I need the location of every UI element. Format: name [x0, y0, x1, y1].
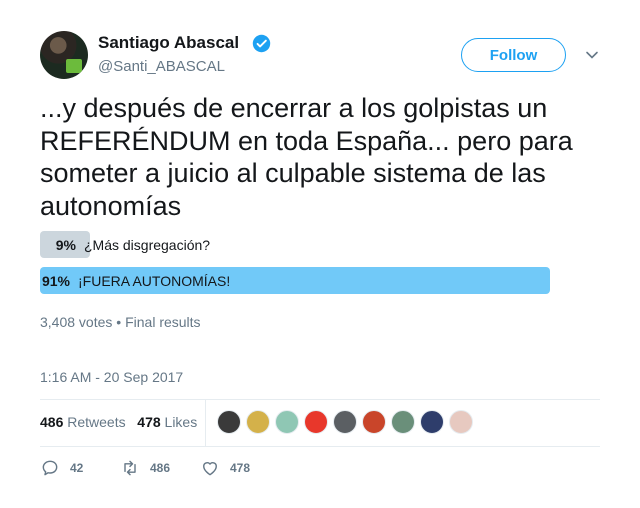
retweet-button[interactable]: 486	[120, 458, 170, 478]
poll-percent-1: 9%	[55, 236, 76, 253]
poll-separator: •	[116, 314, 126, 330]
liker-avatars	[217, 410, 478, 434]
like-button[interactable]: 478	[200, 458, 250, 478]
tweet-text: ...y después de encerrar a los golpistas…	[40, 93, 573, 221]
liker-avatar[interactable]	[217, 410, 241, 434]
liker-avatar[interactable]	[362, 410, 386, 434]
reply-button[interactable]: 42	[40, 458, 83, 478]
poll-label-1: ¿Más disgregación?	[84, 236, 211, 253]
reply-count: 42	[70, 461, 84, 475]
tweet-stats: 486 Retweets 478 Likes	[40, 414, 197, 430]
liker-avatar[interactable]	[420, 410, 444, 434]
poll-label-2: ¡FUERA AUTONOMÍAS!	[78, 272, 231, 289]
retweets-count: 486	[40, 414, 64, 430]
chevron-down-icon[interactable]	[585, 48, 599, 62]
avatar-lectern	[66, 59, 82, 73]
divider-bottom	[40, 446, 600, 447]
liker-avatar[interactable]	[333, 410, 357, 434]
liker-avatar[interactable]	[391, 410, 415, 434]
poll-option-2: 91% ¡FUERA AUTONOMÍAS!	[40, 267, 550, 294]
likes-stat[interactable]: 478 Likes	[137, 414, 197, 430]
tweet-timestamp[interactable]: 1:16 AM - 20 Sep 2017	[40, 369, 183, 385]
retweet-count: 486	[150, 461, 171, 475]
divider-top	[40, 399, 600, 400]
poll-status: Final results	[125, 314, 201, 330]
liker-avatar[interactable]	[275, 410, 299, 434]
liker-avatar[interactable]	[304, 410, 328, 434]
author-handle[interactable]: @Santi_ABASCAL	[98, 58, 225, 75]
liker-avatar[interactable]	[449, 410, 473, 434]
author-avatar[interactable]	[40, 31, 88, 79]
follow-button[interactable]: Follow	[461, 38, 566, 72]
retweets-label: Retweets	[67, 414, 126, 430]
heart-icon	[203, 462, 217, 476]
poll-percent-2: 91%	[41, 272, 70, 289]
likes-label: Likes	[164, 414, 198, 430]
liker-avatar[interactable]	[246, 410, 270, 434]
retweet-icon	[124, 460, 136, 476]
poll-option-1: 9% ¿Más disgregación?	[40, 231, 540, 258]
poll-votes: 3,408 votes	[40, 314, 113, 330]
poll-meta: 3,408 votes • Final results	[40, 314, 201, 330]
reply-icon	[42, 460, 58, 476]
verified-badge-icon	[252, 34, 271, 53]
likes-count: 478	[137, 414, 161, 430]
retweets-stat[interactable]: 486 Retweets	[40, 414, 126, 430]
author-name[interactable]: Santiago Abascal	[98, 33, 239, 53]
divider-vertical	[205, 399, 206, 446]
like-count: 478	[230, 461, 251, 475]
